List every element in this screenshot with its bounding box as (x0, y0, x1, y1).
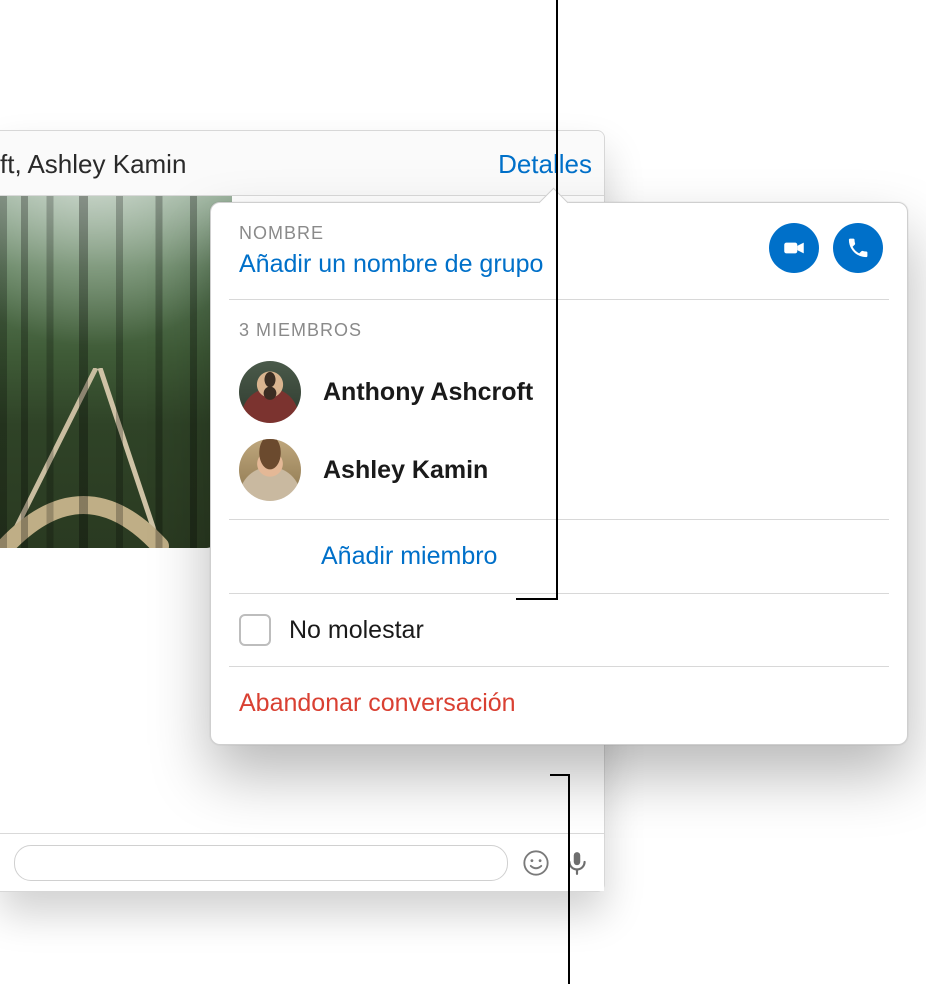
members-count-label: 3 MIEMBROS (211, 300, 907, 353)
callout-line (556, 0, 558, 600)
details-button[interactable]: Detalles (498, 149, 592, 180)
do-not-disturb-checkbox[interactable] (239, 614, 271, 646)
do-not-disturb-label: No molestar (289, 616, 424, 645)
member-name: Anthony Ashcroft (323, 378, 533, 407)
member-row[interactable]: Anthony Ashcroft (211, 353, 907, 431)
avatar (239, 439, 301, 501)
message-input-bar (0, 833, 604, 891)
phone-icon (846, 236, 870, 260)
leave-conversation-button[interactable]: Abandonar conversación (211, 667, 907, 718)
member-row[interactable]: Ashley Kamin (211, 431, 907, 509)
add-member-button[interactable]: Añadir miembro (211, 520, 907, 593)
callout-line (568, 774, 570, 984)
chat-header: ft, Ashley Kamin Detalles (0, 131, 604, 196)
image-message[interactable] (0, 196, 232, 548)
member-name: Ashley Kamin (323, 456, 488, 485)
message-input[interactable] (14, 845, 508, 881)
avatar (239, 361, 301, 423)
do-not-disturb-row[interactable]: No molestar (211, 594, 907, 666)
emoji-icon[interactable] (522, 849, 550, 877)
facetime-video-button[interactable] (769, 223, 819, 273)
audio-call-button[interactable] (833, 223, 883, 273)
video-icon (781, 235, 807, 261)
conversation-title: ft, Ashley Kamin (0, 149, 186, 180)
image-content (0, 368, 232, 548)
details-popover: NOMBRE Añadir un nombre de grupo 3 MIEMB… (210, 202, 908, 745)
callout-line (516, 598, 558, 600)
callout-line (550, 774, 570, 776)
